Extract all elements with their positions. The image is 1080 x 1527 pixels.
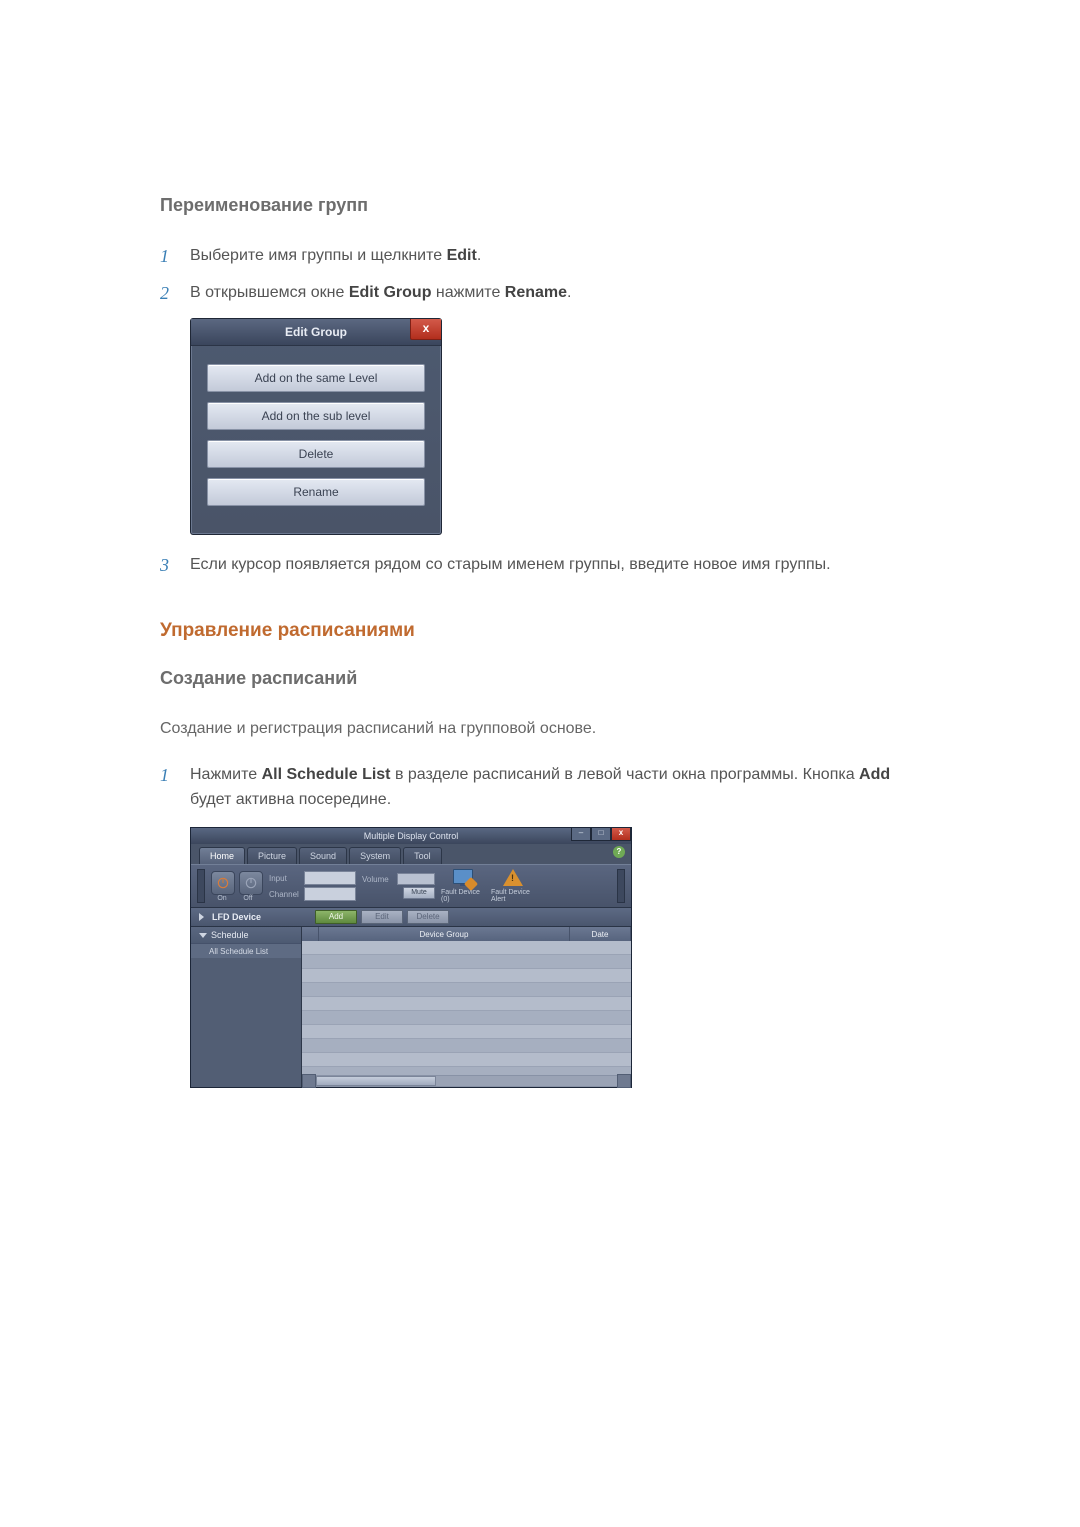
- tab-picture[interactable]: Picture: [247, 847, 297, 864]
- dialog-titlebar: Edit Group x: [191, 319, 441, 346]
- power-icon: [216, 876, 230, 890]
- table-row: [302, 983, 631, 997]
- input-label: Input: [269, 874, 301, 883]
- dialog-title-text: Edit Group: [285, 325, 347, 339]
- dialog-body: Add on the same Level Add on the sub lev…: [191, 346, 441, 520]
- input-select[interactable]: [304, 871, 356, 885]
- edit-button[interactable]: Edit: [361, 910, 403, 924]
- table-row: [302, 1053, 631, 1067]
- power-icon: [244, 876, 258, 890]
- help-icon[interactable]: ?: [613, 846, 625, 858]
- sidebar-tree: Schedule All Schedule List: [191, 927, 302, 1087]
- grid-col-device-group: Device Group: [319, 927, 570, 941]
- rename-step-1: 1 Выберите имя группы и щелкните Edit.: [160, 244, 920, 271]
- mdc-window: Multiple Display Control – □ x Home Pict…: [190, 827, 632, 1088]
- caret-down-icon: [199, 933, 207, 938]
- close-button[interactable]: x: [611, 828, 631, 841]
- tree-node-all-schedule-list[interactable]: All Schedule List: [191, 944, 301, 958]
- rename-step-2: 2 В открывшемся окне Edit Group нажмите …: [160, 281, 920, 308]
- grid-header: Device Group Date: [302, 927, 631, 941]
- table-row: [302, 969, 631, 983]
- monitor-warn-icon: [453, 869, 473, 887]
- table-row: [302, 955, 631, 969]
- tree-node-schedule[interactable]: Schedule: [191, 927, 301, 944]
- tab-system[interactable]: System: [349, 847, 401, 864]
- schedule-step-1: 1 Нажмите All Schedule List в разделе ра…: [160, 763, 920, 813]
- mdc-toolbar: On Off Input Channel Volume: [191, 864, 631, 908]
- intro-text: Создание и регистрация расписаний на гру…: [160, 717, 920, 742]
- volume-slider[interactable]: [397, 873, 435, 885]
- rename-button[interactable]: Rename: [207, 478, 425, 506]
- power-on-button[interactable]: [211, 871, 235, 895]
- step-number: 2: [160, 280, 190, 308]
- heading-rename-groups: Переименование групп: [160, 195, 920, 216]
- table-row: [302, 1039, 631, 1053]
- grid-rows: [302, 941, 631, 1075]
- step-text: Выберите имя группы и щелкните Edit.: [190, 244, 920, 269]
- table-row: [302, 1067, 631, 1075]
- table-row: [302, 1025, 631, 1039]
- window-buttons: – □ x: [571, 828, 631, 841]
- add-button[interactable]: Add: [315, 910, 357, 924]
- fault-alert-indicator[interactable]: Fault Device Alert: [491, 869, 535, 903]
- schedule-steps-list: 1 Нажмите All Schedule List в разделе ра…: [160, 763, 920, 813]
- table-row: [302, 997, 631, 1011]
- step-number: 1: [160, 243, 190, 271]
- document-page: Переименование групп 1 Выберите имя груп…: [0, 0, 1080, 1527]
- schedule-grid: Device Group Date: [302, 927, 631, 1087]
- grid-col-date: Date: [570, 927, 631, 941]
- step-text: Нажмите All Schedule List в разделе расп…: [190, 763, 920, 813]
- warning-triangle-icon: [503, 869, 523, 887]
- mdc-tab-bar: Home Picture Sound System Tool ?: [191, 844, 631, 864]
- add-sub-level-button[interactable]: Add on the sub level: [207, 402, 425, 430]
- delete-button[interactable]: Delete: [407, 910, 449, 924]
- power-on-label: On: [211, 895, 233, 902]
- power-off-button[interactable]: [239, 871, 263, 895]
- mdc-body: Schedule All Schedule List Device Group …: [191, 927, 631, 1087]
- fault-device-indicator[interactable]: Fault Device (0): [441, 869, 485, 903]
- caret-right-icon: [199, 913, 208, 921]
- tab-sound[interactable]: Sound: [299, 847, 347, 864]
- table-row: [302, 941, 631, 955]
- input-channel-group: Input Channel: [269, 871, 356, 901]
- channel-select[interactable]: [304, 887, 356, 901]
- step-text: Если курсор появляется рядом со старым и…: [190, 553, 920, 578]
- scroll-track[interactable]: [316, 1076, 617, 1086]
- mute-button[interactable]: Mute: [403, 887, 435, 899]
- mdc-titlebar: Multiple Display Control – □ x: [191, 828, 631, 844]
- rename-steps-list: 1 Выберите имя группы и щелкните Edit. 2…: [160, 244, 920, 308]
- lfd-device-header[interactable]: LFD Device: [191, 912, 309, 922]
- delete-button[interactable]: Delete: [207, 440, 425, 468]
- volume-label: Volume: [362, 875, 394, 884]
- scroll-left-icon[interactable]: [302, 1074, 316, 1088]
- power-off-label: Off: [237, 895, 259, 902]
- scroll-thumb[interactable]: [316, 1076, 436, 1086]
- power-group: On Off: [211, 871, 263, 902]
- lfd-strip: LFD Device Add Edit Delete: [191, 908, 631, 927]
- horizontal-scrollbar[interactable]: [302, 1075, 631, 1087]
- heading-create-schedules: Создание расписаний: [160, 668, 920, 689]
- tab-home[interactable]: Home: [199, 847, 245, 864]
- scroll-right-button[interactable]: [617, 869, 625, 903]
- edit-group-dialog: Edit Group x Add on the same Level Add o…: [190, 318, 442, 535]
- scroll-left-button[interactable]: [197, 869, 205, 903]
- grid-col-checkbox: [302, 927, 319, 941]
- dialog-close-button[interactable]: x: [410, 319, 441, 340]
- scroll-right-icon[interactable]: [617, 1074, 631, 1088]
- step-number: 3: [160, 552, 190, 580]
- rename-steps-list-cont: 3 Если курсор появляется рядом со старым…: [160, 553, 920, 580]
- step-text: В открывшемся окне Edit Group нажмите Re…: [190, 281, 920, 306]
- maximize-button[interactable]: □: [591, 828, 611, 841]
- tab-tool[interactable]: Tool: [403, 847, 442, 864]
- volume-group: Volume Mute: [362, 873, 435, 899]
- strip-buttons: Add Edit Delete: [309, 910, 449, 924]
- table-row: [302, 1011, 631, 1025]
- add-same-level-button[interactable]: Add on the same Level: [207, 364, 425, 392]
- minimize-button[interactable]: –: [571, 828, 591, 841]
- channel-label: Channel: [269, 890, 301, 899]
- mdc-title-text: Multiple Display Control: [364, 831, 459, 841]
- step-number: 1: [160, 762, 190, 790]
- heading-schedule-management: Управление расписаниями: [160, 620, 920, 642]
- rename-step-3: 3 Если курсор появляется рядом со старым…: [160, 553, 920, 580]
